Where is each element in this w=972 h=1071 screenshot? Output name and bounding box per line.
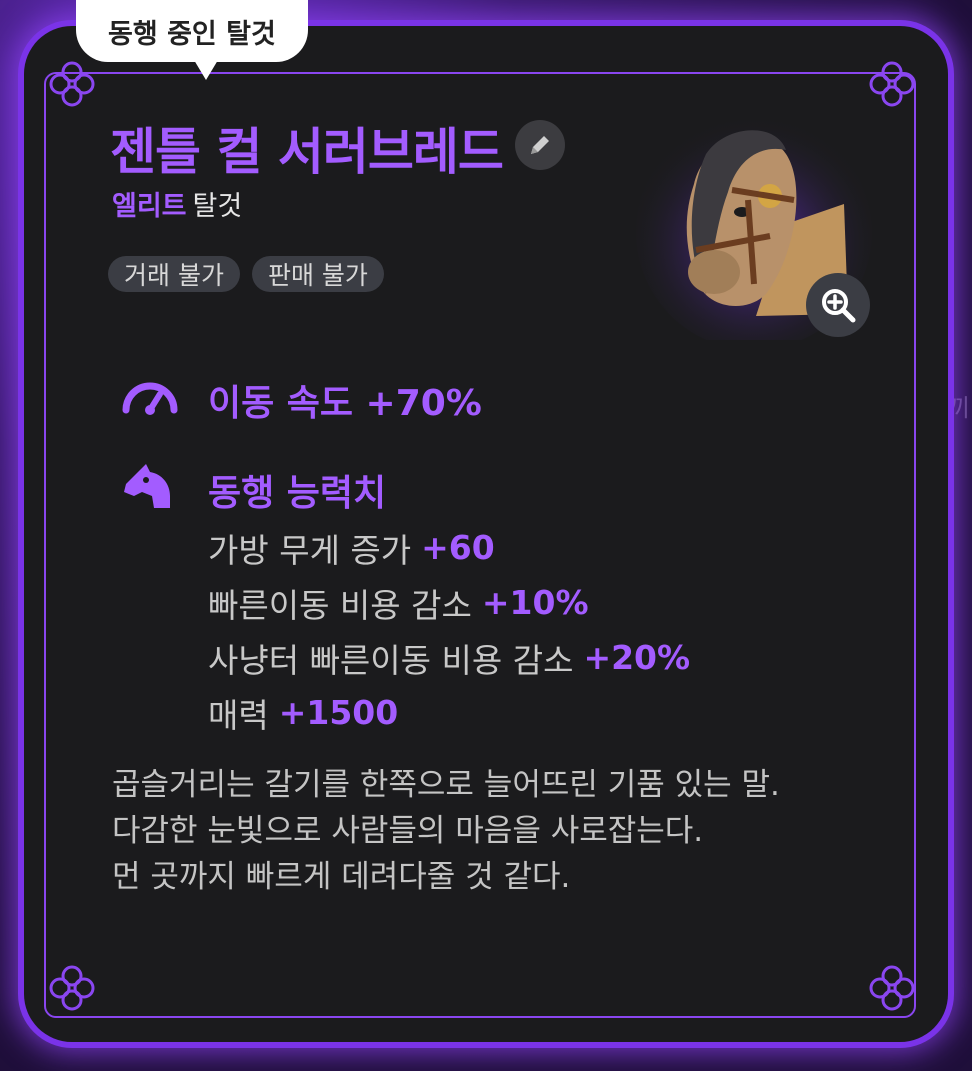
bonus-value: +20% — [583, 638, 691, 677]
mount-name: 젠틀 컬 서러브레드 — [110, 123, 504, 181]
background-fragment-text: 끼 — [947, 394, 970, 422]
bonus-label: 가방 무게 증가 — [208, 530, 412, 570]
bonus-label: 매력 — [208, 695, 269, 735]
bonus-row: 가방 무게 증가 +60 — [208, 520, 690, 575]
celtic-knot-icon — [49, 965, 95, 1011]
bonus-row: 빠른이동 비용 감소 +10% — [208, 575, 690, 630]
movement-speed-stat: 이동 속도 +70% — [208, 383, 482, 424]
active-companion-tab[interactable]: 동행 중인 탈것 — [76, 0, 308, 80]
pencil-icon — [531, 136, 549, 154]
tag-unsellable: 판매 불가 — [251, 256, 384, 292]
description-line: 다감한 눈빛으로 사람들의 마음을 사로잡는다. — [112, 813, 704, 849]
zoom-in-icon — [822, 289, 856, 323]
companion-bonus-list: 가방 무게 증가 +60 빠른이동 비용 감소 +10% 사냥터 빠른이동 비용 감… — [208, 520, 690, 740]
description-line: 먼 곳까지 빠르게 데려다줄 것 같다. — [112, 859, 571, 895]
tag-untradeable: 거래 불가 — [108, 256, 240, 292]
description-line: 곱슬거리는 갈기를 한쪽으로 늘어뜨린 기품 있는 말. — [112, 767, 780, 803]
celtic-knot-icon — [869, 965, 915, 1011]
mount-type: 탈것 — [192, 191, 243, 222]
mount-grade-line: 엘리트 탈것 — [112, 184, 242, 223]
mount-grade: 엘리트 — [112, 191, 187, 222]
speedometer-icon — [122, 382, 178, 415]
zoom-button[interactable] — [806, 273, 870, 337]
restriction-tags: 거래 불가 판매 불가 — [108, 256, 384, 292]
horse-head-icon — [124, 464, 170, 508]
bonus-value: +60 — [421, 528, 495, 567]
companion-stats-title: 동행 능력치 — [208, 473, 387, 514]
bonus-row: 사냥터 빠른이동 비용 감소 +20% — [208, 630, 690, 685]
tooltip-stage: 끼 동행 중인 탈것 젠틀 컬 서러브레드 엘리트 탈것 거래 불가 판매 불가… — [0, 0, 972, 1071]
celtic-knot-icon — [49, 61, 95, 107]
celtic-knot-icon — [869, 61, 915, 107]
rename-button[interactable] — [515, 120, 565, 170]
bonus-label: 빠른이동 비용 감소 — [208, 585, 472, 625]
bonus-row: 매력 +1500 — [208, 685, 690, 740]
bonus-value: +10% — [481, 583, 589, 622]
mount-description: 곱슬거리는 갈기를 한쪽으로 늘어뜨린 기품 있는 말. 다감한 눈빛으로 사람… — [112, 762, 902, 900]
bonus-value: +1500 — [278, 693, 399, 732]
bonus-label: 사냥터 빠른이동 비용 감소 — [208, 640, 574, 680]
